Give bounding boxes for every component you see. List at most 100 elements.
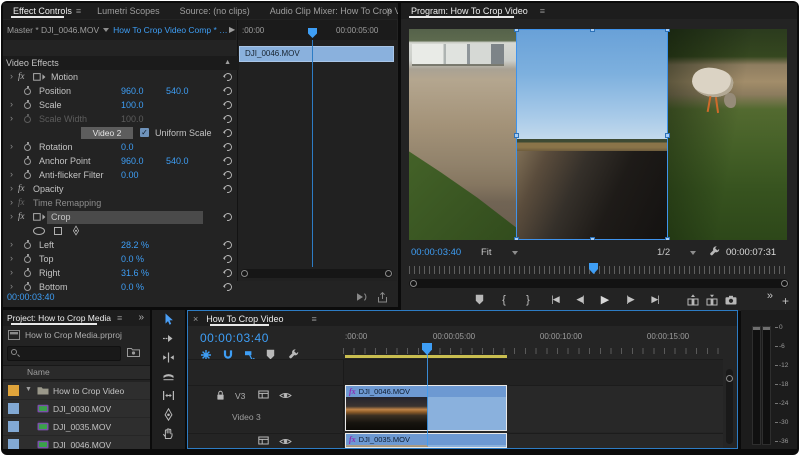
panel-menu-icon[interactable]: ≡: [311, 314, 316, 324]
scrollbar-handle[interactable]: [726, 375, 733, 382]
reset-icon[interactable]: [223, 281, 234, 292]
timeline-view-toggle-icon[interactable]: ▶: [229, 25, 235, 34]
reset-icon[interactable]: [223, 211, 234, 222]
expander-icon[interactable]: ›: [10, 183, 13, 193]
rectangle-mask-icon[interactable]: [54, 227, 62, 235]
project-item-dji-0046-mov[interactable]: DJI_0046.MOV: [3, 436, 150, 449]
export-icon[interactable]: [377, 292, 388, 303]
mini-timeline-ruler[interactable]: :00:00 00:00:05:00: [238, 20, 397, 40]
scrollbar-handle[interactable]: [241, 270, 248, 277]
playhead-marker[interactable]: [308, 28, 317, 38]
program-scrollbar[interactable]: [409, 279, 789, 288]
expander-icon[interactable]: ›: [10, 253, 13, 263]
stopwatch-icon[interactable]: [24, 270, 31, 277]
tab-source-no-clips[interactable]: Source: (no clips): [170, 4, 260, 18]
panel-overflow-icon[interactable]: »: [138, 312, 144, 323]
param-value[interactable]: 0.00: [121, 170, 139, 180]
project-item-dji-0030-mov[interactable]: DJI_0030.MOV: [3, 400, 150, 418]
stopwatch-icon[interactable]: [24, 102, 31, 109]
name-column-header[interactable]: Name: [3, 365, 150, 380]
effect-row-shapes[interactable]: [3, 224, 236, 238]
crop-handle[interactable]: [514, 29, 519, 32]
effect-row-anti-flicker-filter[interactable]: ›Anti-flicker Filter0.00: [3, 168, 236, 182]
effect-row-time-remapping[interactable]: ›fxTime Remapping: [3, 196, 236, 210]
tool-razor[interactable]: [152, 367, 185, 386]
tool-slip[interactable]: [152, 386, 185, 405]
track-name-label[interactable]: Video 3: [232, 412, 261, 422]
uniform-scale-checkbox[interactable]: ✓: [140, 128, 149, 137]
media-browser-icon[interactable]: [127, 347, 140, 357]
play-button[interactable]: ▶: [597, 293, 613, 306]
effect-row-rotation[interactable]: ›Rotation0.0: [3, 140, 236, 154]
param-value[interactable]: 100.0: [121, 100, 144, 110]
param-value[interactable]: 0.0: [121, 142, 134, 152]
tab-project[interactable]: Project: How to Crop Media: [3, 311, 115, 325]
sync-lock-icon[interactable]: [258, 436, 269, 445]
tool-track-select-forward[interactable]: [152, 329, 185, 348]
crop-handle[interactable]: [590, 29, 595, 32]
expander-icon[interactable]: ›: [10, 211, 13, 221]
search-input[interactable]: [20, 347, 120, 360]
tool-selection[interactable]: [152, 310, 185, 329]
stopwatch-icon[interactable]: [24, 172, 31, 179]
close-icon[interactable]: ×: [193, 314, 198, 324]
crop-handle[interactable]: [514, 237, 519, 240]
go-to-out-button[interactable]: ▶|: [647, 293, 663, 306]
crop-handle[interactable]: [665, 29, 670, 32]
crop-handle[interactable]: [665, 133, 670, 138]
eye-icon[interactable]: [279, 391, 292, 400]
effect-row-right[interactable]: ›Right31.6 %: [3, 266, 236, 280]
tab-program[interactable]: Program: How To Crop Video: [401, 4, 532, 18]
track-row-empty[interactable]: [188, 359, 723, 385]
project-file-row[interactable]: How to Crop Media.prproj: [8, 330, 122, 340]
mini-timeline-scrollbar[interactable]: [240, 269, 393, 278]
panel-menu-icon[interactable]: ≡: [117, 313, 122, 323]
project-item-how-to-crop-video[interactable]: ▼How to Crop Video: [3, 382, 150, 400]
mini-timeline-clip[interactable]: DJI_0046.MOV: [239, 46, 394, 62]
tool-pen[interactable]: [152, 405, 185, 424]
param-value[interactable]: 540.0: [166, 156, 189, 166]
stopwatch-icon[interactable]: [24, 144, 31, 151]
reset-icon[interactable]: [223, 155, 234, 166]
program-video-frame[interactable]: [409, 29, 787, 240]
sync-lock-icon[interactable]: [258, 390, 269, 399]
scrollbar-handle[interactable]: [410, 280, 417, 287]
tab-sequence[interactable]: How To Crop Video: [202, 312, 287, 326]
tab-audio-clip-mixer-how-to-crop-vide[interactable]: Audio Clip Mixer: How To Crop Vide: [260, 4, 398, 18]
reset-icon[interactable]: [223, 267, 234, 278]
stopwatch-icon[interactable]: [24, 116, 31, 123]
expander-icon[interactable]: ›: [10, 169, 13, 179]
reset-icon[interactable]: [223, 169, 234, 180]
chevron-down-icon[interactable]: ▼: [25, 386, 32, 393]
lock-icon[interactable]: [216, 390, 225, 401]
timeline-vertical-scrollbar[interactable]: [726, 369, 733, 444]
expander-icon[interactable]: ›: [10, 267, 13, 277]
button-editor-icon[interactable]: +: [782, 294, 789, 308]
collapse-icon[interactable]: ▲: [224, 56, 231, 70]
settings-wrench-icon[interactable]: [709, 246, 720, 257]
play-around-icon[interactable]: [355, 292, 368, 303]
param-value[interactable]: 31.6 %: [121, 268, 149, 278]
param-value[interactable]: 0.0 %: [121, 282, 144, 292]
expander-icon[interactable]: ›: [10, 197, 13, 207]
effect-row-left[interactable]: ›Left28.2 %: [3, 238, 236, 252]
effect-row-opacity[interactable]: ›fxOpacity: [3, 182, 236, 196]
reset-icon[interactable]: [223, 183, 234, 194]
program-scrub-ruler[interactable]: [409, 266, 789, 274]
reset-icon[interactable]: [223, 99, 234, 110]
crop-handle[interactable]: [514, 133, 519, 138]
expander-icon[interactable]: ›: [10, 71, 13, 81]
effect-row-motion[interactable]: ›fxMotion: [3, 70, 236, 84]
stopwatch-icon[interactable]: [24, 256, 31, 263]
reset-icon[interactable]: [223, 127, 234, 138]
stopwatch-icon[interactable]: [24, 88, 31, 95]
zoom-level-select[interactable]: Fit: [481, 247, 522, 258]
expander-icon[interactable]: ›: [10, 113, 13, 123]
scrollbar-handle[interactable]: [781, 280, 788, 287]
effect-row-top[interactable]: ›Top0.0 %: [3, 252, 236, 266]
stopwatch-icon[interactable]: [24, 284, 31, 291]
reset-icon[interactable]: [223, 239, 234, 250]
playback-resolution-select[interactable]: 1/2: [657, 247, 700, 258]
project-search-box[interactable]: [7, 346, 121, 361]
sequence-clip-label[interactable]: How To Crop Video Comp * DJI...: [113, 25, 231, 35]
